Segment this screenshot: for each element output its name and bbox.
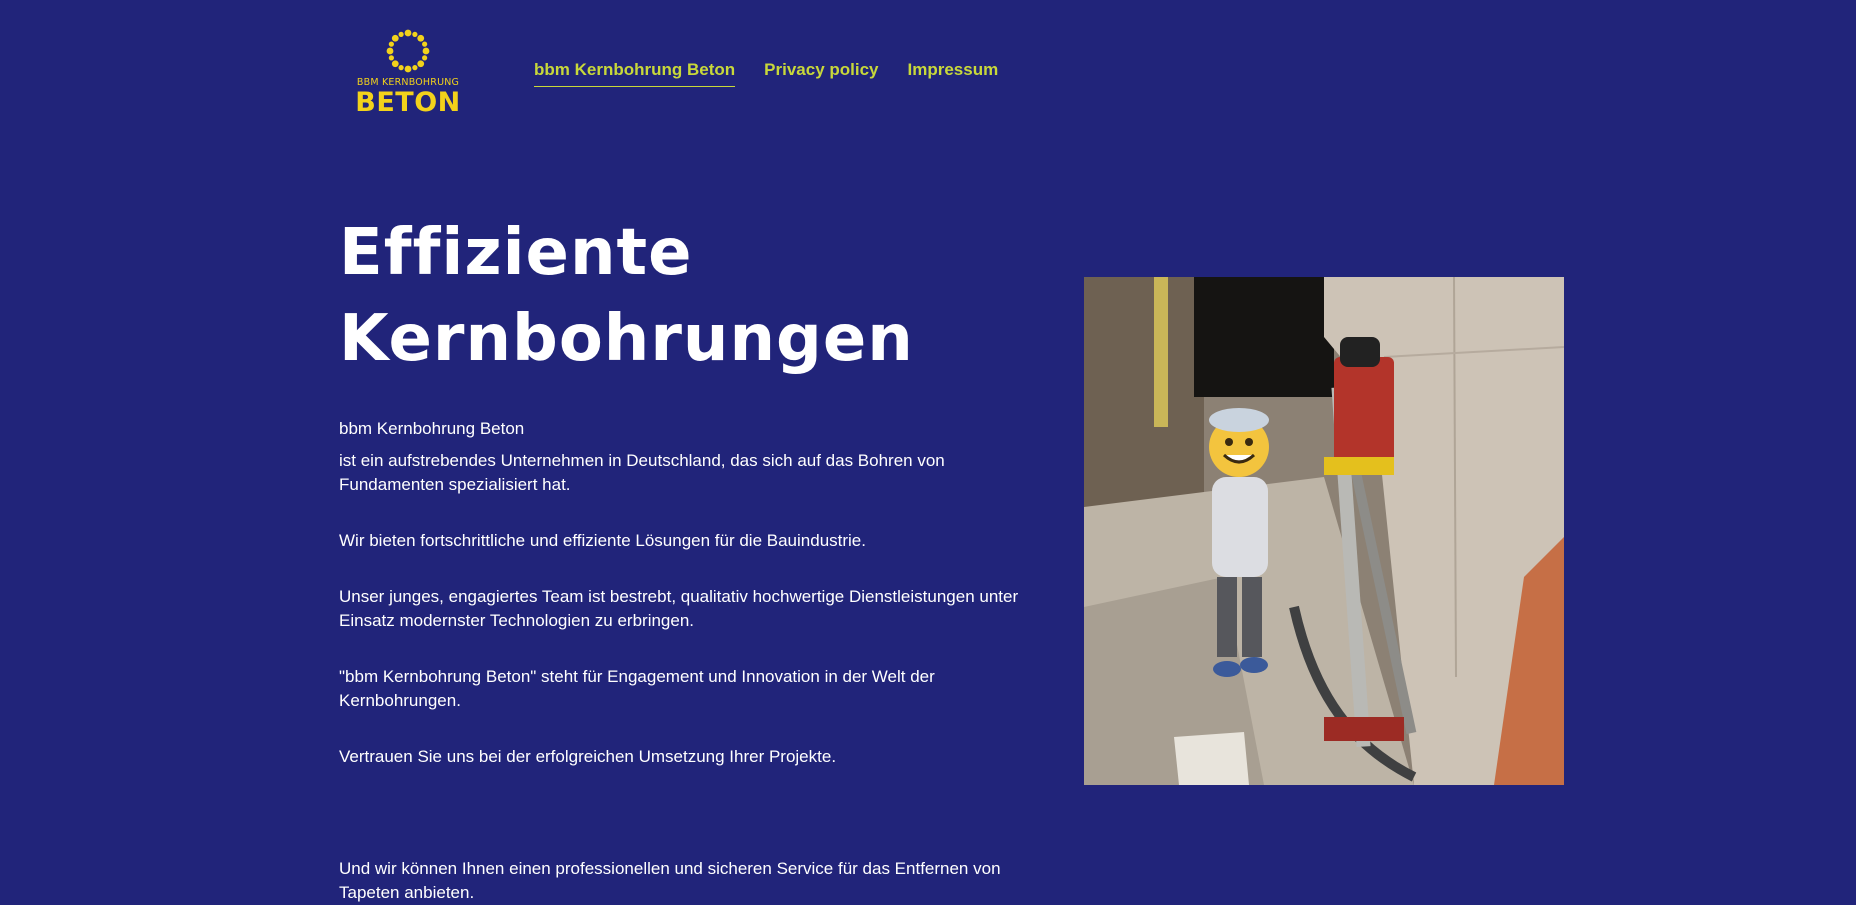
hero-title-line-2: Kernbohrungen [339, 302, 914, 376]
paragraph-trust: Vertrauen Sie uns bei der erfolgreichen … [339, 747, 837, 766]
logo-ring-dot [417, 60, 425, 68]
logo-ring-dot [388, 55, 394, 61]
logo-ring-dot [404, 65, 412, 73]
intro-text: bbm Kernbohrung Beton ist ein aufstreben… [339, 417, 1019, 905]
logo-ring-dot [398, 31, 404, 37]
logo-ring-dot [386, 47, 394, 55]
hero-title-line-1: Effiziente [339, 216, 693, 290]
nav-item-impressum[interactable]: Impressum [908, 58, 999, 87]
hero-title: Effiziente Kernbohrungen [339, 210, 959, 382]
company-name: bbm Kernbohrung Beton [339, 419, 525, 438]
paragraph-solutions: Wir bieten fortschrittliche und effizien… [339, 531, 866, 550]
paragraph-intro: ist ein aufstrebendes Unternehmen in Deu… [339, 451, 945, 494]
logo-ring-dot [422, 47, 430, 55]
drilling-scene-image [1084, 277, 1564, 785]
logo-ring-dot [417, 34, 425, 42]
hero-photo [1084, 277, 1564, 785]
logo-ring-dot [422, 41, 428, 47]
paragraph-wallpaper-service: Und wir können Ihnen einen professionell… [339, 859, 1001, 902]
logo-ring-dot [391, 60, 399, 68]
logo-big-text: BETON [355, 86, 461, 118]
paragraph-engagement: "bbm Kernbohrung Beton" steht für Engage… [339, 667, 935, 710]
logo-ring-dot [412, 65, 418, 71]
logo-ring-dot [391, 34, 399, 42]
logo-ring-dot [404, 29, 412, 37]
site-logo[interactable]: BBM KERNBOHRUNG BETON [355, 28, 461, 118]
paragraph-team: Unser junges, engagiertes Team ist bestr… [339, 587, 1019, 630]
logo-ring-dot [388, 41, 394, 47]
main-navigation: bbm Kernbohrung Beton Privacy policy Imp… [534, 58, 998, 87]
logo-ring-icon [386, 29, 430, 73]
logo-ring-dot [412, 31, 418, 37]
nav-item-home[interactable]: bbm Kernbohrung Beton [534, 58, 736, 87]
logo-ring-dot [398, 65, 404, 71]
logo-ring-dot [422, 55, 428, 61]
nav-item-privacy-policy[interactable]: Privacy policy [764, 58, 878, 87]
